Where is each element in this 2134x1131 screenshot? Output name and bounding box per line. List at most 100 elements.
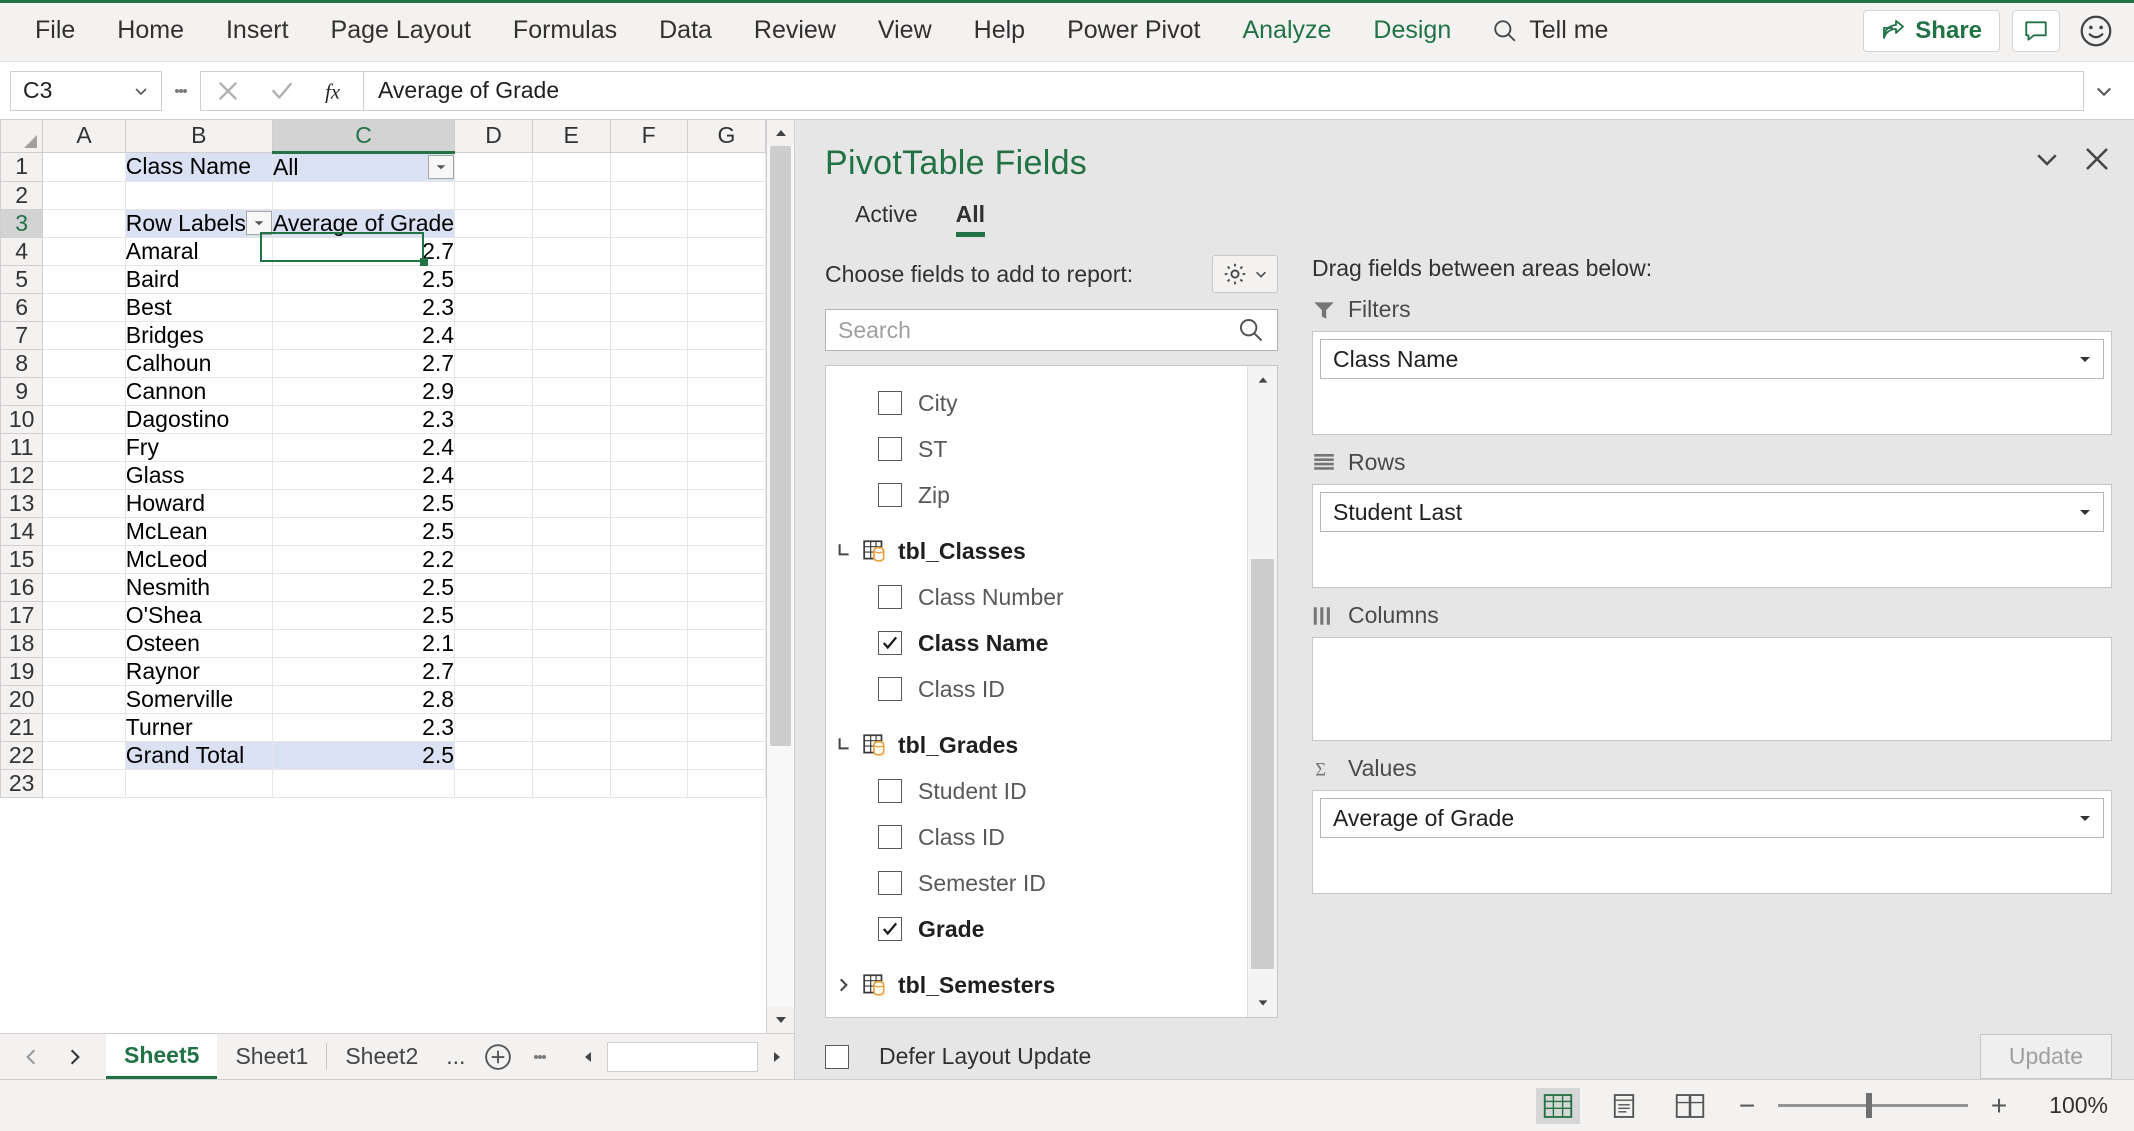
row-header-10[interactable]: 10 <box>0 404 44 434</box>
cell-F3[interactable] <box>609 208 688 238</box>
formula-input[interactable]: Average of Grade <box>363 70 2084 111</box>
field-list-scrollbar[interactable] <box>1247 366 1277 1017</box>
row-header-15[interactable]: 15 <box>0 544 44 574</box>
row-header-1[interactable]: 1 <box>0 151 44 182</box>
cell-B17[interactable]: O'Shea <box>124 600 273 630</box>
cell-C12[interactable]: 2.4 <box>271 460 456 490</box>
column-header-E[interactable]: E <box>531 120 611 153</box>
row-header-16[interactable]: 16 <box>0 572 44 602</box>
cell-B11[interactable]: Fry <box>124 432 273 462</box>
cell-A1[interactable] <box>42 151 126 182</box>
cell-D13[interactable] <box>454 488 533 518</box>
cell-C22[interactable]: 2.5 <box>271 740 456 770</box>
ribbon-tab-file[interactable]: File <box>14 0 96 61</box>
cell-B8[interactable]: Calhoun <box>124 348 273 378</box>
cell-G23[interactable] <box>686 768 766 798</box>
field-list-item-student-id[interactable]: Student ID <box>826 768 1247 814</box>
feedback-button[interactable] <box>2072 7 2120 55</box>
cell-D17[interactable] <box>454 600 533 630</box>
cell-F5[interactable] <box>609 264 688 294</box>
zoom-slider-thumb[interactable] <box>1866 1093 1872 1118</box>
cell-C10[interactable]: 2.3 <box>271 404 456 434</box>
normal-view-button[interactable] <box>1536 1087 1580 1124</box>
field-pill-average-of-grade[interactable]: Average of Grade <box>1320 798 2104 838</box>
field-list-item-class-id[interactable]: Class ID <box>826 814 1247 860</box>
cell-A4[interactable] <box>42 236 126 266</box>
formula-bar-more-button[interactable] <box>162 87 200 95</box>
cell-B5[interactable]: Baird <box>124 264 273 294</box>
cell-E21[interactable] <box>531 712 611 742</box>
sheet-tab-sheet1[interactable]: Sheet1 <box>217 1034 327 1079</box>
close-icon[interactable] <box>2082 144 2112 174</box>
row-header-7[interactable]: 7 <box>0 320 44 350</box>
cell-C2[interactable] <box>271 180 456 210</box>
field-checkbox-st[interactable] <box>878 437 902 461</box>
cell-D4[interactable] <box>454 236 533 266</box>
cell-G14[interactable] <box>686 516 766 546</box>
cell-F15[interactable] <box>609 544 688 574</box>
cell-A10[interactable] <box>42 404 126 434</box>
cell-E19[interactable] <box>531 656 611 686</box>
cell-G11[interactable] <box>686 432 766 462</box>
ribbon-tab-formulas[interactable]: Formulas <box>492 0 638 61</box>
field-list-item-semester-id[interactable]: Semester ID <box>826 860 1247 906</box>
cell-G8[interactable] <box>686 348 766 378</box>
page-layout-view-button[interactable] <box>1602 1088 1646 1124</box>
cell-G1[interactable] <box>686 151 766 182</box>
sheet-tab-sheet2[interactable]: Sheet2 <box>327 1034 437 1079</box>
cell-G7[interactable] <box>686 320 766 350</box>
row-header-21[interactable]: 21 <box>0 712 44 742</box>
cell-A12[interactable] <box>42 460 126 490</box>
cell-B10[interactable]: Dagostino <box>124 404 273 434</box>
row-header-6[interactable]: 6 <box>0 292 44 322</box>
cell-D20[interactable] <box>454 684 533 714</box>
row-header-3[interactable]: 3 <box>0 208 44 238</box>
ribbon-tab-analyze[interactable]: Analyze <box>1221 0 1352 61</box>
cell-D11[interactable] <box>454 432 533 462</box>
cell-D18[interactable] <box>454 628 533 658</box>
pane-tab-active[interactable]: Active <box>855 201 918 237</box>
cell-E3[interactable] <box>531 208 611 238</box>
cell-B16[interactable]: Nesmith <box>124 572 273 602</box>
cell-D10[interactable] <box>454 404 533 434</box>
cell-F14[interactable] <box>609 516 688 546</box>
cell-A5[interactable] <box>42 264 126 294</box>
cell-G9[interactable] <box>686 376 766 406</box>
cell-B21[interactable]: Turner <box>124 712 273 742</box>
cell-A14[interactable] <box>42 516 126 546</box>
cell-G6[interactable] <box>686 292 766 322</box>
pivot-filter-dropdown-B3[interactable] <box>245 211 272 235</box>
cell-G13[interactable] <box>686 488 766 518</box>
cell-G12[interactable] <box>686 460 766 490</box>
cell-F6[interactable] <box>609 292 688 322</box>
cell-C20[interactable]: 2.8 <box>271 684 456 714</box>
cell-A6[interactable] <box>42 292 126 322</box>
row-header-9[interactable]: 9 <box>0 376 44 406</box>
ribbon-tab-page-layout[interactable]: Page Layout <box>310 0 492 61</box>
cell-A21[interactable] <box>42 712 126 742</box>
horizontal-scroll-track[interactable] <box>607 1041 758 1072</box>
cell-A7[interactable] <box>42 320 126 350</box>
ribbon-tab-review[interactable]: Review <box>733 0 857 61</box>
row-header-22[interactable]: 22 <box>0 740 44 770</box>
drop-zone-box-rows[interactable]: Student Last <box>1312 484 2112 588</box>
cell-E15[interactable] <box>531 544 611 574</box>
field-list-item-zip[interactable]: Zip <box>826 472 1247 518</box>
tell-me-box[interactable]: Tell me <box>1472 16 1628 45</box>
drop-zone-box-values[interactable]: Average of Grade <box>1312 790 2112 894</box>
cell-E4[interactable] <box>531 236 611 266</box>
cell-A8[interactable] <box>42 348 126 378</box>
cell-A22[interactable] <box>42 740 126 770</box>
cell-G18[interactable] <box>686 628 766 658</box>
select-all-corner[interactable] <box>0 120 44 153</box>
cell-G4[interactable] <box>686 236 766 266</box>
ribbon-tab-design[interactable]: Design <box>1352 0 1472 61</box>
field-checkbox-class-name[interactable] <box>878 631 902 655</box>
cell-C21[interactable]: 2.3 <box>271 712 456 742</box>
zoom-out-button[interactable]: − <box>1734 1090 1760 1122</box>
ribbon-tab-data[interactable]: Data <box>638 0 733 61</box>
cell-A19[interactable] <box>42 656 126 686</box>
cell-E6[interactable] <box>531 292 611 322</box>
next-sheet-icon[interactable] <box>66 1048 84 1066</box>
row-header-4[interactable]: 4 <box>0 236 44 266</box>
